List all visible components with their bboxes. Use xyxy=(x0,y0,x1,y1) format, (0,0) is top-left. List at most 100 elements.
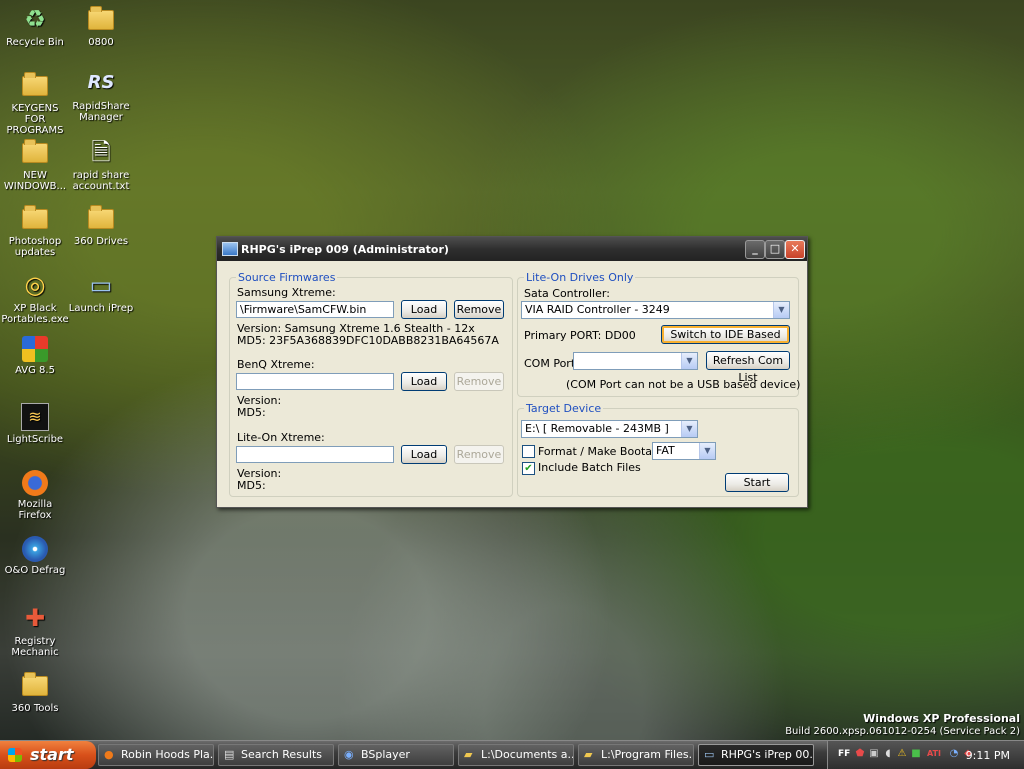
task-search-results[interactable]: ▤ Search Results xyxy=(218,744,334,766)
avg-icon xyxy=(22,336,48,362)
chevron-down-icon[interactable]: ▼ xyxy=(773,302,789,318)
search-results-icon: ▤ xyxy=(224,748,235,761)
liteon-path-field[interactable] xyxy=(236,446,394,463)
chevron-down-icon[interactable]: ▼ xyxy=(681,421,697,437)
window-title: RHPG's iPrep 009 (Administrator) xyxy=(241,243,449,256)
chevron-down-icon[interactable]: ▼ xyxy=(699,443,715,459)
benq-remove-button[interactable]: Remove xyxy=(454,372,504,391)
defrag-tray-icon[interactable]: ◔ xyxy=(948,748,960,760)
taskbar: start ● Robin Hoods Pla... ▤ Search Resu… xyxy=(0,740,1024,769)
desktop-icon-new-windowb[interactable]: NEW WINDOWB... xyxy=(0,137,70,192)
window-client: Source Firmwares Samsung Xtreme: \Firmwa… xyxy=(221,265,803,501)
samsung-md5: MD5: 23F5A368839DFC10DABB8231BA64567A xyxy=(237,334,499,347)
sata-controller-label: Sata Controller: xyxy=(524,287,610,300)
switch-to-ide-button[interactable]: Switch to IDE Based xyxy=(661,325,790,344)
folder-icon xyxy=(20,70,50,100)
liteon-md5: MD5: xyxy=(237,479,266,492)
desktop-icon-keygens[interactable]: KEYGENS FOR PROGRAMS xyxy=(0,70,70,136)
filesystem-value: FAT xyxy=(656,444,675,457)
start-button[interactable]: Start xyxy=(725,473,789,492)
avg-tray-icon[interactable]: ■ xyxy=(910,748,922,760)
samsung-remove-button[interactable]: Remove xyxy=(454,300,504,319)
include-batch-checkbox[interactable]: ✔ xyxy=(522,462,535,475)
security-alert-icon[interactable]: ⚠ xyxy=(896,748,908,760)
desktop-icon-registry-mechanic[interactable]: ✚ Registry Mechanic xyxy=(0,603,70,658)
desktop-icon-rapidshare-account[interactable]: 🗎 rapid share account.txt xyxy=(66,137,136,192)
folder-icon xyxy=(20,670,50,700)
start-label: start xyxy=(30,745,74,764)
chevron-down-icon[interactable]: ▼ xyxy=(681,353,697,369)
maximize-button[interactable]: □ xyxy=(765,240,785,259)
cd-icon: ◎ xyxy=(24,271,46,299)
sata-controller-value: VIA RAID Controller - 3249 xyxy=(525,303,670,316)
desktop-icon-oo-defrag[interactable]: O&O Defrag xyxy=(0,536,70,576)
text-file-icon: 🗎 xyxy=(91,138,111,166)
windows-edition-watermark: Windows XP Professional xyxy=(863,712,1020,725)
com-port-note: (COM Port can not be a USB based device) xyxy=(566,378,801,391)
samsung-path-field[interactable]: \Firmware\SamCFW.bin xyxy=(236,301,394,318)
liteon-remove-button[interactable]: Remove xyxy=(454,445,504,464)
desktop-icon-0800[interactable]: 0800 xyxy=(66,4,136,48)
task-robin-hoods[interactable]: ● Robin Hoods Pla... xyxy=(98,744,214,766)
desktop-icon-xp-black[interactable]: ◎ XP Black Portables.exe xyxy=(0,270,70,325)
defrag-icon xyxy=(22,536,48,562)
desktop-icon-recycle-bin[interactable]: ♻ Recycle Bin xyxy=(0,4,70,48)
refresh-com-list-button[interactable]: Refresh Com List xyxy=(706,351,790,384)
rapidshare-icon: RS xyxy=(87,72,115,93)
volume-icon[interactable]: ◖ xyxy=(882,748,894,760)
target-device-select[interactable]: E:\ [ Removable - 243MB ] ▼ xyxy=(521,420,698,438)
app-icon xyxy=(222,242,238,256)
benq-md5: MD5: xyxy=(237,406,266,419)
task-program-files-folder[interactable]: ▰ L:\Program Files... xyxy=(578,744,694,766)
ati-icon[interactable]: ATI xyxy=(924,748,944,760)
folder-icon xyxy=(86,4,116,34)
liteon-drives-label: Lite-On Drives Only xyxy=(524,271,636,284)
sata-controller-select[interactable]: VIA RAID Controller - 3249 ▼ xyxy=(521,301,790,319)
folder-icon xyxy=(86,203,116,233)
system-tray: FF ⬟ ▣ ◖ ⚠ ■ ATI ◔ ◆ 9:11 PM xyxy=(827,741,1024,769)
target-device-label: Target Device xyxy=(524,402,604,415)
window-titlebar[interactable]: RHPG's iPrep 009 (Administrator) _ □ ✕ xyxy=(217,237,807,261)
desktop-icon-360-tools[interactable]: 360 Tools xyxy=(0,670,70,714)
samsung-label: Samsung Xtreme: xyxy=(237,286,336,299)
source-firmwares-label: Source Firmwares xyxy=(236,271,338,284)
recycle-bin-icon: ♻ xyxy=(24,5,46,33)
bsplayer-icon: ◉ xyxy=(344,748,354,761)
liteon-load-button[interactable]: Load xyxy=(401,445,447,464)
folder-icon xyxy=(20,137,50,167)
close-button[interactable]: ✕ xyxy=(785,240,805,259)
desktop-icon-avg[interactable]: AVG 8.5 xyxy=(0,336,70,376)
firefox-icon xyxy=(22,470,48,496)
format-bootable-checkbox[interactable] xyxy=(522,445,535,458)
desktop-icon-lightscribe[interactable]: ≋ LightScribe xyxy=(0,403,70,445)
network-icon[interactable]: ▣ xyxy=(868,748,880,760)
desktop-icon-360-drives[interactable]: 360 Drives xyxy=(66,203,136,247)
desktop-icon-rapidshare-manager[interactable]: RS RapidShare Manager xyxy=(66,68,136,123)
task-iprep[interactable]: ▭ RHPG's iPrep 00... xyxy=(698,744,814,766)
target-device-value: E:\ [ Removable - 243MB ] xyxy=(525,422,669,435)
samsung-load-button[interactable]: Load xyxy=(401,300,447,319)
format-bootable-label: Format / Make Bootable xyxy=(538,445,669,458)
folder-icon xyxy=(20,203,50,233)
ff-tray-icon[interactable]: FF xyxy=(838,748,850,760)
clock[interactable]: 9:11 PM xyxy=(966,749,1010,762)
start-button-taskbar[interactable]: start xyxy=(0,741,96,769)
com-port-select[interactable]: ▼ xyxy=(573,352,698,370)
firefox-icon: ● xyxy=(104,748,114,761)
com-port-label: COM Port: xyxy=(524,357,579,370)
shield-icon[interactable]: ⬟ xyxy=(854,748,866,760)
task-documents-folder[interactable]: ▰ L:\Documents a... xyxy=(458,744,574,766)
desktop-icon-launch-iprep[interactable]: ▭ Launch iPrep xyxy=(66,270,136,314)
lightscribe-icon: ≋ xyxy=(21,403,49,431)
desktop-icon-photoshop-updates[interactable]: Photoshop updates xyxy=(0,203,70,258)
desktop-icon-firefox[interactable]: Mozilla Firefox xyxy=(0,470,70,521)
benq-load-button[interactable]: Load xyxy=(401,372,447,391)
iprep-window: RHPG's iPrep 009 (Administrator) _ □ ✕ S… xyxy=(216,236,808,508)
minimize-button[interactable]: _ xyxy=(745,240,765,259)
windows-build-watermark: Build 2600.xpsp.061012-0254 (Service Pac… xyxy=(785,726,1020,737)
registry-mechanic-icon: ✚ xyxy=(24,604,46,632)
windows-flag-icon xyxy=(8,748,22,762)
task-bsplayer[interactable]: ◉ BSplayer xyxy=(338,744,454,766)
benq-path-field[interactable] xyxy=(236,373,394,390)
filesystem-select[interactable]: FAT ▼ xyxy=(652,442,716,460)
